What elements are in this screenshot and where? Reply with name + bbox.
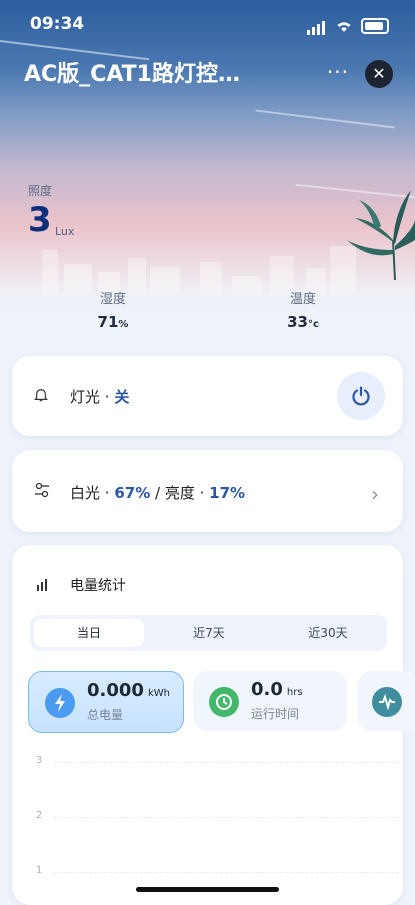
close-button[interactable]: ✕	[365, 60, 393, 88]
status-time: 09:34	[30, 14, 85, 34]
runtime-value: 0.0	[251, 679, 283, 700]
illuminance-value: 3	[28, 200, 52, 240]
status-bar: 09:34	[0, 12, 415, 40]
temperature-value: 33	[287, 313, 308, 331]
close-icon: ✕	[372, 64, 386, 83]
light-label: 灯光	[70, 388, 101, 406]
power-icon	[352, 386, 370, 406]
energy-title: 电量统计	[70, 578, 126, 594]
more-options-button[interactable]: ···	[327, 60, 349, 84]
temperature-stat: 温度 33°c	[258, 288, 348, 331]
period-tabs: 当日 近7天 近30天	[30, 615, 387, 651]
y-tick-label: 1	[36, 865, 43, 876]
clock-icon	[209, 687, 239, 717]
brightness-label: 亮度	[164, 484, 195, 502]
y-tick-label: 2	[36, 810, 43, 821]
light-status: 灯光 · 关	[70, 388, 130, 406]
tab-today[interactable]: 当日	[34, 619, 144, 647]
humidity-label: 湿度	[99, 292, 126, 307]
white-light-value: 67%	[114, 484, 151, 502]
battery-icon	[361, 17, 389, 34]
bell-icon	[34, 389, 48, 402]
humidity-value: 71	[97, 313, 119, 331]
chevron-right-icon: ›	[371, 482, 379, 506]
temperature-label: 温度	[289, 292, 316, 307]
grid-line	[54, 762, 399, 764]
total-energy-label: 总电量	[87, 708, 124, 722]
tab-30-days[interactable]: 近30天	[273, 619, 383, 647]
light-state: 关	[114, 388, 130, 406]
power-metric-partial[interactable]	[358, 671, 415, 731]
temperature-unit: °c	[307, 319, 319, 330]
sliders-icon	[35, 482, 49, 498]
illuminance-unit: Lux	[55, 225, 75, 238]
tab-7-days[interactable]: 近7天	[154, 619, 264, 647]
bar-chart-icon	[37, 579, 47, 591]
y-tick-label: 3	[36, 755, 43, 766]
runtime-label: 运行时间	[251, 707, 300, 721]
runtime-metric[interactable]: 0.0 hrs 运行时间	[193, 671, 347, 731]
grid-line	[54, 817, 399, 819]
energy-stats-card: 电量统计 当日 近7天 近30天 0.000 kWh 总电量 0.0 hrs 运行时…	[12, 545, 415, 905]
brightness-value: 17%	[209, 484, 246, 502]
light-card: 灯光 · 关	[12, 356, 403, 436]
humidity-stat: 湿度 71%	[68, 288, 158, 331]
lightning-icon	[45, 688, 75, 718]
waveform-icon	[372, 687, 402, 717]
grid-line	[54, 872, 399, 874]
light-settings-card[interactable]: 白光 · 67% / 亮度 · 17% ›	[12, 450, 403, 532]
home-indicator[interactable]	[136, 887, 279, 892]
power-button[interactable]	[337, 372, 385, 420]
wifi-icon	[337, 21, 351, 32]
humidity-unit: %	[118, 319, 129, 330]
total-energy-metric[interactable]: 0.000 kWh 总电量	[28, 671, 184, 733]
total-energy-value: 0.000	[87, 680, 144, 701]
plant-decoration	[347, 190, 415, 280]
light-settings-summary: 白光 · 67% / 亮度 · 17%	[70, 484, 246, 502]
total-energy-unit: kWh	[147, 688, 170, 699]
cellular-signal-icon	[307, 16, 327, 35]
runtime-unit: hrs	[286, 687, 303, 698]
illuminance-label: 照度	[28, 184, 53, 198]
white-light-label: 白光	[70, 484, 101, 502]
page-title: AC版_CAT1路灯控…	[24, 62, 240, 87]
